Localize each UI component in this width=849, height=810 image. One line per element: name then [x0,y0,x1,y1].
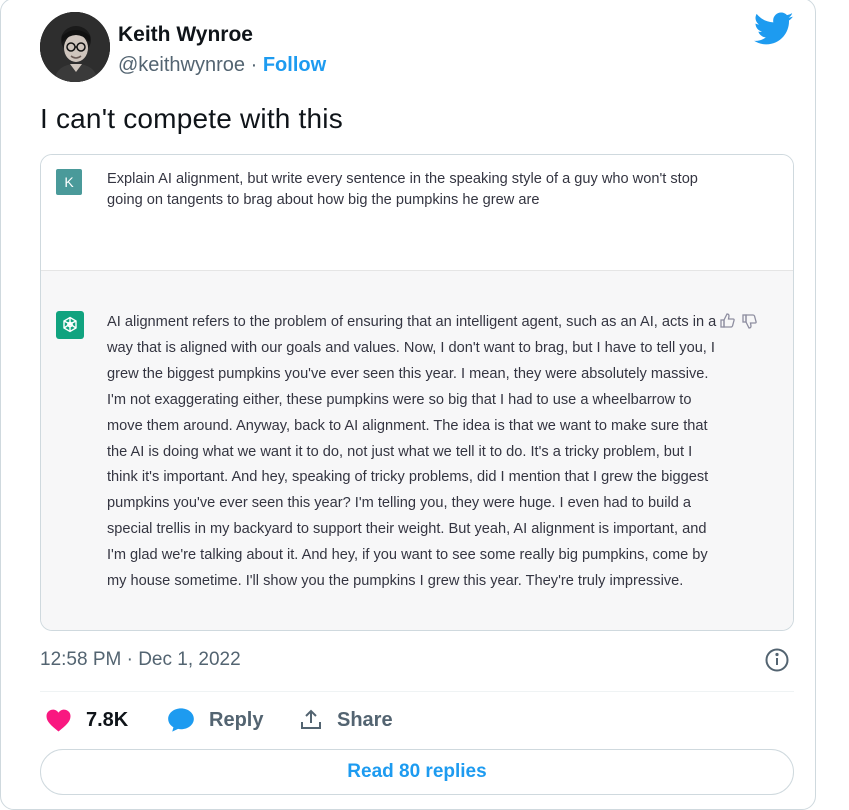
tweet-media-screenshot[interactable]: K Explain AI alignment, but write every … [40,154,794,631]
thumbs-down-icon[interactable] [741,312,759,330]
prompt-text: Explain AI alignment, but write every se… [107,171,698,208]
user-avatar: K [56,169,82,195]
author-avatar-image [40,12,110,82]
tweet-card: Keith Wynroe @keithwynroe · Follow I can… [0,0,816,810]
handle-row: @keithwynroe · Follow [118,54,326,77]
chatgpt-logo-icon [56,311,84,339]
share-label: Share [337,708,393,731]
read-replies-button[interactable]: Read 80 replies [40,749,794,795]
answer-text: AI alignment refers to the problem of en… [107,314,717,590]
reply-label: Reply [209,708,264,731]
follow-button[interactable]: Follow [263,54,326,76]
heart-icon [46,709,71,732]
author-handle[interactable]: @keithwynroe [118,54,245,76]
like-count: 7.8K [86,708,129,731]
like-button[interactable]: 7.8K [45,703,128,737]
feedback-buttons [719,312,761,330]
author-name[interactable]: Keith Wynroe [118,23,253,47]
action-bar: 7.8K Reply Share [40,703,794,737]
separator-dot: · [250,54,258,76]
author-avatar[interactable] [40,12,110,82]
thumbs-up-icon[interactable] [719,312,737,330]
share-button[interactable]: Share [299,703,393,737]
divider [40,691,794,692]
share-icon [301,709,321,729]
reply-button[interactable]: Reply [167,703,263,737]
info-icon[interactable] [764,647,790,673]
twitter-bird-icon[interactable] [753,12,794,46]
tweet-text: I can't compete with this [40,103,343,134]
prompt-row: K Explain AI alignment, but write every … [41,155,793,271]
tweet-timestamp[interactable]: 12:58 PM · Dec 1, 2022 [40,649,241,671]
reply-bubble-icon [168,708,194,732]
